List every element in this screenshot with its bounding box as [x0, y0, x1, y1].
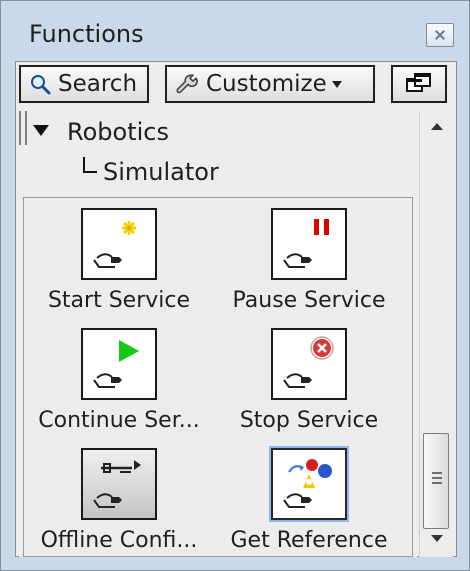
scroll-up-icon[interactable]: [431, 123, 443, 130]
get-reference-icon: [283, 459, 332, 508]
chevron-down-icon: [331, 80, 342, 88]
pause-service-item[interactable]: Pause Service: [214, 198, 404, 318]
magnifier-icon: [31, 75, 51, 95]
offline-config-tile[interactable]: [81, 448, 157, 520]
start-service-item[interactable]: Start Service: [24, 198, 214, 318]
stop-service-icon: [283, 336, 334, 388]
get-reference-tile[interactable]: [271, 448, 347, 520]
chevron-down-icon[interactable]: [33, 125, 49, 136]
scrollbar-thumb[interactable]: [423, 433, 449, 529]
get-reference-label: Get Reference: [230, 528, 388, 553]
tree-root-label[interactable]: Robotics: [67, 118, 169, 147]
palette-content: Robotics Simulator Start Service Pause S…: [19, 111, 417, 557]
window-title: Functions: [29, 20, 144, 48]
tree-elbow-icon: [83, 157, 97, 173]
tree-guide: [19, 111, 21, 145]
offline-config-label: Offline Confi...: [40, 528, 198, 553]
stop-service-tile[interactable]: [271, 328, 347, 400]
search-button-label: Search: [58, 70, 138, 97]
customize-button[interactable]: Customize: [165, 65, 375, 103]
stop-service-item[interactable]: Stop Service: [214, 318, 404, 438]
continue-service-label: Continue Ser...: [38, 408, 200, 433]
pause-service-icon: [283, 219, 329, 268]
close-button[interactable]: [426, 23, 454, 47]
tree-child-label[interactable]: Simulator: [103, 158, 219, 187]
customize-button-label: Customize: [206, 70, 327, 97]
continue-service-tile[interactable]: [81, 328, 157, 400]
wrench-icon: [176, 74, 198, 94]
scroll-down-icon[interactable]: [431, 535, 443, 542]
functions-window: Functions Search Customize Robotics Simu…: [0, 0, 470, 571]
start-service-label: Start Service: [47, 288, 191, 313]
offline-config-item[interactable]: Offline Confi...: [24, 438, 214, 558]
window-titlebar: Functions: [1, 1, 469, 55]
start-service-tile[interactable]: [81, 208, 157, 280]
pause-service-tile[interactable]: [271, 208, 347, 280]
pause-service-label: Pause Service: [232, 288, 386, 313]
search-button[interactable]: Search: [19, 65, 149, 103]
stop-service-label: Stop Service: [239, 408, 379, 433]
offline-config-icon: [93, 460, 141, 508]
category-tree: Robotics Simulator: [19, 111, 417, 191]
continue-service-icon: [93, 340, 139, 388]
get-reference-item[interactable]: Get Reference: [214, 438, 404, 558]
palette-window-button[interactable]: [391, 65, 447, 103]
windows-icon: [406, 73, 431, 92]
function-palette: Start Service Pause Service Continue Ser…: [23, 197, 413, 557]
continue-service-item[interactable]: Continue Ser...: [24, 318, 214, 438]
vertical-scrollbar[interactable]: [419, 111, 453, 557]
toolbar: Search Customize: [19, 65, 453, 111]
scroll-grip-icon: [432, 472, 442, 486]
start-service-icon: [93, 221, 136, 268]
